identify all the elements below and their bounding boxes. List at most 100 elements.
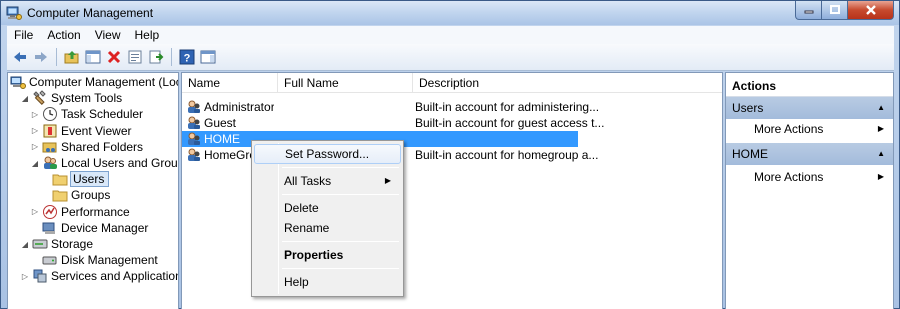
collapsed-triangle-icon[interactable]: ▷	[30, 126, 40, 136]
tree-item-event-viewer[interactable]: ▷ Event Viewer	[30, 123, 132, 139]
user-icon	[188, 132, 200, 145]
user-name: HOME	[204, 132, 240, 146]
user-name: Administrator	[204, 100, 274, 114]
collapse-up-icon[interactable]: ▲	[877, 103, 885, 112]
user-icon	[188, 148, 200, 161]
menu-help[interactable]: Help	[128, 28, 167, 42]
tree-item-services-and-applications[interactable]: ▷ Services and Applications	[20, 268, 179, 284]
context-menu-item-all-tasks[interactable]: All Tasks ▶	[254, 171, 401, 191]
device-manager-icon	[42, 222, 55, 234]
column-header-name[interactable]: Name	[182, 73, 278, 93]
collapsed-triangle-icon[interactable]: ▷	[30, 207, 40, 217]
context-menu-item-label: Help	[284, 275, 309, 289]
submenu-arrow-icon: ▶	[384, 176, 391, 185]
expanded-triangle-icon[interactable]: ◢	[20, 93, 30, 103]
collapse-up-icon[interactable]: ▲	[877, 149, 885, 158]
cell-description: Built-in account for administering...	[415, 100, 600, 114]
collapsed-triangle-icon[interactable]: ▷	[20, 271, 30, 281]
action-group-users[interactable]: Users ▲	[726, 97, 893, 119]
tree-item-groups[interactable]: Groups	[40, 187, 110, 203]
tree-item-label: Services and Applications	[51, 269, 179, 284]
action-link-label: More Actions	[754, 170, 824, 184]
show-hide-tree-button[interactable]	[84, 48, 102, 66]
context-menu-separator	[282, 167, 399, 168]
context-menu-item-label: All Tasks	[284, 174, 332, 188]
cell-description: Built-in account for homegroup a...	[415, 148, 599, 162]
tree-item-disk-management[interactable]: Disk Management	[30, 252, 158, 268]
submenu-arrow-icon: ▶	[877, 172, 884, 181]
tree-item-performance[interactable]: ▷ Performance	[30, 204, 130, 220]
column-header-description[interactable]: Description	[413, 73, 722, 93]
back-icon	[14, 52, 26, 62]
tree-item-label: Computer Management (Local	[29, 75, 179, 89]
tree-item-shared-folders[interactable]: ▷ Shared Folders	[30, 139, 143, 155]
properties-icon	[128, 50, 142, 64]
tree-item-users[interactable]: Users	[40, 171, 110, 188]
context-menu-item-label: Properties	[284, 248, 344, 262]
console-tree[interactable]: Computer Management (Local ◢ System Tools ▷…	[7, 72, 179, 309]
expanded-triangle-icon[interactable]: ◢	[20, 239, 30, 249]
action-group-home[interactable]: HOME ▲	[726, 143, 893, 165]
tree-item-label: Performance	[61, 204, 130, 219]
show-hide-action-pane-button[interactable]	[199, 48, 217, 66]
maximize-button[interactable]	[822, 1, 848, 20]
computer-management-window: Computer Management File Action View Hel…	[0, 0, 900, 309]
minimize-icon	[804, 10, 813, 14]
menu-file[interactable]: File	[7, 28, 40, 42]
shared-folder-icon	[42, 142, 57, 153]
export-list-button[interactable]	[147, 48, 165, 66]
minimize-button[interactable]	[795, 1, 822, 20]
context-menu-item-set-password[interactable]: Set Password...	[254, 144, 401, 164]
users-groups-icon	[44, 156, 57, 169]
context-menu-separator	[282, 194, 399, 195]
forward-button[interactable]	[32, 48, 50, 66]
tree-item-label: Groups	[71, 188, 111, 203]
tree-item-task-scheduler[interactable]: ▷ Task Scheduler	[30, 106, 143, 122]
show-hide-action-pane-icon	[200, 50, 216, 64]
context-menu-item-rename[interactable]: Rename	[254, 218, 401, 238]
column-header-full-name[interactable]: Full Name	[278, 73, 413, 93]
table-row[interactable]: Guest Built-in account for guest access t…	[182, 115, 722, 131]
maximize-icon	[829, 5, 840, 14]
svg-text:?: ?	[184, 53, 191, 65]
title-bar[interactable]: Computer Management	[1, 1, 899, 25]
expanded-triangle-icon[interactable]: ◢	[30, 158, 40, 168]
help-button[interactable]: ?	[178, 48, 196, 66]
back-button[interactable]	[11, 48, 29, 66]
tree-item-computer-management-local[interactable]: Computer Management (Local	[10, 74, 179, 90]
collapsed-triangle-icon[interactable]: ▷	[30, 142, 40, 152]
actions-header: Actions	[726, 79, 893, 97]
table-row[interactable]: Administrator Built-in account for admini…	[182, 99, 722, 115]
context-menu-item-label: Delete	[284, 201, 319, 215]
close-button[interactable]	[848, 1, 894, 20]
tree-item-label: Event Viewer	[61, 123, 132, 138]
context-menu: Set Password... All Tasks ▶ Delete Rename Pro…	[251, 140, 404, 297]
tree-item-device-manager[interactable]: Device Manager	[30, 220, 148, 236]
menu-action[interactable]: Action	[40, 28, 87, 42]
context-menu-item-properties[interactable]: Properties	[254, 245, 401, 265]
services-icon	[33, 269, 47, 283]
cell-name: Administrator	[186, 99, 274, 115]
computer-management-icon	[10, 76, 26, 89]
context-menu-item-help[interactable]: Help	[254, 272, 401, 292]
more-actions-home-link[interactable]: More Actions ▶	[726, 167, 893, 187]
up-folder-button[interactable]	[63, 48, 81, 66]
properties-button[interactable]	[126, 48, 144, 66]
collapsed-triangle-icon[interactable]: ▷	[30, 109, 40, 119]
more-actions-users-link[interactable]: More Actions ▶	[726, 119, 893, 139]
context-menu-item-delete[interactable]: Delete	[254, 198, 401, 218]
cell-full-name	[284, 99, 412, 115]
cell-full-name	[284, 115, 412, 131]
tree-item-storage[interactable]: ◢ Storage	[20, 236, 93, 252]
tree-item-label: Task Scheduler	[61, 107, 144, 122]
menu-view[interactable]: View	[88, 28, 128, 42]
tree-item-local-users-and-groups[interactable]: ◢ Local Users and Groups	[30, 155, 179, 171]
tree-item-label: Local Users and Groups	[61, 156, 179, 170]
user-icon	[188, 100, 200, 113]
tree-item-system-tools[interactable]: ◢ System Tools	[20, 90, 122, 106]
tree-item-label: Storage	[51, 237, 94, 251]
delete-button[interactable]	[105, 48, 123, 66]
